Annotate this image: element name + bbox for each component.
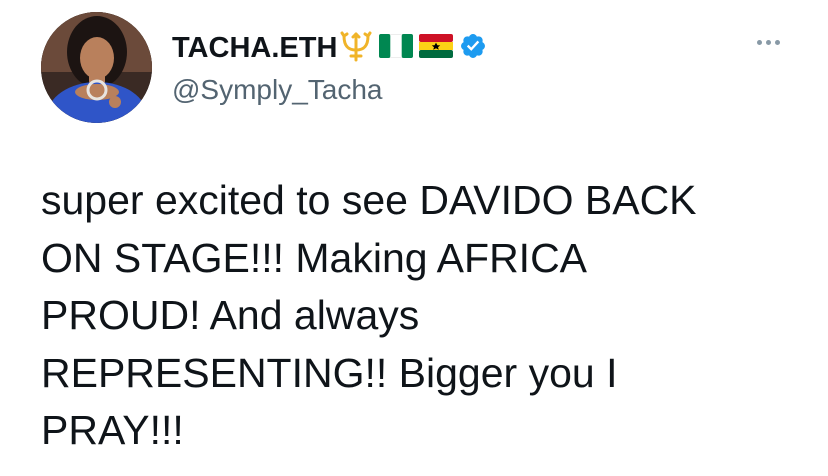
- tweet-text: super excited to see DAVIDO BACK ON STAG…: [41, 177, 697, 453]
- name-emojis: [339, 30, 487, 67]
- name-row: TACHA.ETH: [172, 28, 487, 68]
- nigeria-flag-icon: [378, 33, 414, 63]
- tweet-card: TACHA.ETH @Symply_Tacha super excited to…: [0, 0, 828, 476]
- dot: [757, 40, 762, 45]
- more-options-icon[interactable]: [757, 40, 780, 45]
- dot: [766, 40, 771, 45]
- trident-icon: [339, 30, 373, 67]
- tweet-header: TACHA.ETH @Symply_Tacha: [172, 28, 487, 106]
- display-name[interactable]: TACHA.ETH: [172, 32, 337, 65]
- avatar[interactable]: [41, 12, 152, 123]
- user-handle[interactable]: @Symply_Tacha: [172, 74, 487, 106]
- verified-badge-icon: [459, 32, 487, 65]
- ghana-flag-icon: [419, 33, 454, 63]
- avatar-image: [41, 12, 152, 123]
- dot: [775, 40, 780, 45]
